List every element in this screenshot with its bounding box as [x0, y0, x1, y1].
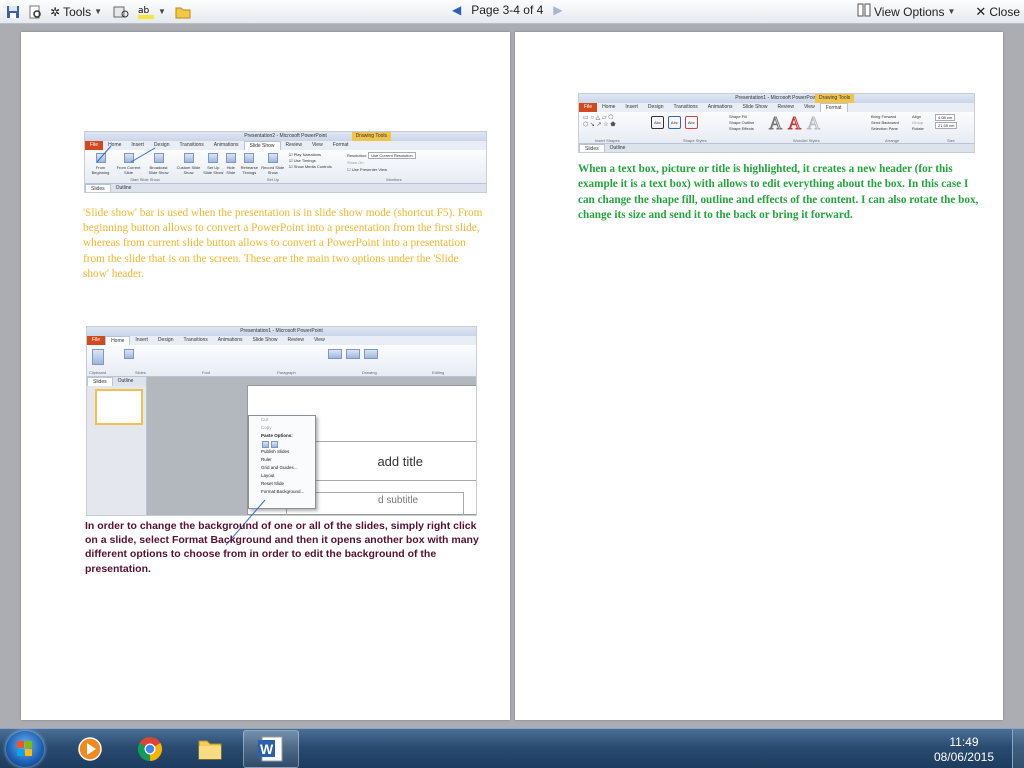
format-background-arrow [225, 499, 266, 546]
tools-label: Tools [63, 4, 92, 19]
arrange-items: Bring Forward Send Backward Selection Pa… [871, 114, 899, 132]
chevron-down-icon[interactable]: ▼ [158, 7, 166, 16]
wordart-a2: A [788, 113, 807, 134]
svg-text:W: W [260, 741, 274, 757]
chevron-down-icon: ▼ [947, 7, 956, 16]
wordart-a3: A [807, 113, 826, 134]
find-icon[interactable] [26, 3, 44, 21]
system-clock[interactable]: 11:49 08/06/2015 [934, 735, 994, 765]
width-field: 21.59 cm [935, 122, 958, 130]
shape-effects-item: Shape Effects [729, 126, 754, 131]
word-icon: W [258, 736, 283, 762]
style-swatch-2: Abc [667, 116, 681, 129]
view-options-button[interactable]: View Options ▼ [857, 3, 955, 20]
close-label: Close [989, 4, 1020, 19]
research-icon[interactable] [112, 3, 130, 21]
view-options-label: View Options [874, 4, 945, 19]
group-label: WordArt Styles [793, 138, 820, 143]
tab-slides: Slides [579, 144, 605, 152]
group-label: Insert Shapes [595, 138, 620, 143]
tab-animations: Animations [707, 104, 733, 110]
tab-review: Review [777, 104, 794, 110]
shape-styles-gallery: Abc Abc Abc [651, 116, 698, 129]
windows-logo-icon [17, 741, 33, 757]
start-button[interactable] [6, 731, 44, 767]
next-page-icon[interactable]: ▶ [553, 3, 562, 17]
taskbar-chrome[interactable] [122, 730, 178, 768]
clock-date: 08/06/2015 [933, 750, 994, 764]
tab-slide-show: Slide Show [742, 104, 768, 110]
tab-insert: Insert [625, 104, 638, 110]
tab-file: File [579, 103, 598, 112]
title-text: Presentation1 - Microsoft PowerPoint [735, 95, 818, 101]
spelling-icon[interactable]: ab [138, 3, 156, 21]
chevron-down-icon: ▼ [94, 7, 102, 16]
drawing-tools-description: When a text box, picture or title is hig… [578, 163, 979, 221]
width-value: 21.59 cm [935, 122, 958, 129]
size-fields: 4.08 cm 21.59 cm [935, 114, 958, 130]
previous-page-icon[interactable]: ◀ [452, 3, 461, 17]
folder-icon [198, 740, 222, 760]
rotate-item: Rotate [912, 126, 924, 131]
contextual-tab: Drawing Tools [815, 94, 855, 103]
tools-menu-button[interactable]: ✲ Tools ▼ [50, 5, 102, 19]
drawing-tools-ribbon-screenshot: Presentation1 - Microsoft PowerPoint Dra… [578, 93, 975, 153]
format-background-description: In order to change the background of one… [85, 520, 479, 575]
group-label: Arrange [885, 138, 900, 143]
style-swatch-3: Abc [684, 116, 698, 129]
group-label: Size [947, 138, 955, 143]
style-swatch-1: Abc [651, 116, 664, 129]
group-label: Shape Styles [683, 138, 707, 143]
taskbar-word[interactable]: W [243, 730, 299, 768]
page-navigator: ◀ Page 3-4 of 4 ▶ [452, 3, 563, 17]
taskbar: W 11:49 08/06/2015 [0, 728, 1024, 768]
media-player-icon [78, 737, 102, 761]
close-button[interactable]: ✕ Close [975, 4, 1020, 20]
page-4: Presentation1 - Microsoft PowerPoint Dra… [515, 32, 1003, 720]
folder-icon[interactable] [174, 3, 192, 21]
tools-icon: ✲ [50, 4, 61, 19]
document-view[interactable]: Presentation2 - Microsoft PowerPoint Dra… [0, 24, 1024, 742]
height-value: 4.08 cm [935, 114, 956, 121]
svg-text:ab: ab [138, 6, 150, 16]
tab-home: Home [602, 104, 616, 110]
chrome-icon [137, 737, 163, 761]
close-icon: ✕ [975, 3, 987, 19]
tab-outline: Outline [609, 145, 626, 151]
shape-format-items: Shape Fill Shape Outline Shape Effects [729, 114, 754, 132]
tab-transitions: Transitions [673, 104, 698, 110]
ribbon-tabs: File Home Insert Design Transitions Anim… [579, 103, 974, 112]
wordart-gallery: AAA [769, 113, 826, 134]
tab-design: Design [647, 104, 664, 110]
reader-toolbar: ✲ Tools ▼ ab ▼ ◀ Page 3-4 of 4 ▶ View Op… [0, 0, 1024, 24]
tab-view: View [803, 104, 815, 110]
height-field: 4.08 cm [935, 114, 957, 122]
ribbon-body: ▭ ○ △ ▱ ⬠ ⬡ ↘ ↗ ☆ ⬟ Abc Abc Abc Shape Fil… [579, 112, 974, 144]
taskbar-explorer[interactable] [182, 730, 238, 768]
save-icon[interactable] [4, 3, 22, 21]
view-options-icon [857, 3, 871, 20]
page-3: Presentation2 - Microsoft PowerPoint Dra… [21, 32, 510, 742]
wordart-a1: A [769, 113, 788, 134]
shape-gallery: ▭ ○ △ ▱ ⬠ ⬡ ↘ ↗ ☆ ⬟ [583, 115, 616, 128]
taskbar-media-player[interactable] [62, 730, 118, 768]
page-indicator: Page 3-4 of 4 [471, 3, 544, 17]
clock-time: 11:49 [949, 735, 979, 749]
window-title: Presentation1 - Microsoft PowerPoint Dra… [579, 94, 974, 103]
tab-format: Format [819, 103, 848, 112]
show-desktop-button[interactable] [1012, 729, 1024, 768]
pane-tabs: Slides Outline [579, 144, 974, 152]
selection-pane-item: Selection Pane [871, 126, 898, 131]
align-items: Align Group Rotate [912, 114, 924, 132]
